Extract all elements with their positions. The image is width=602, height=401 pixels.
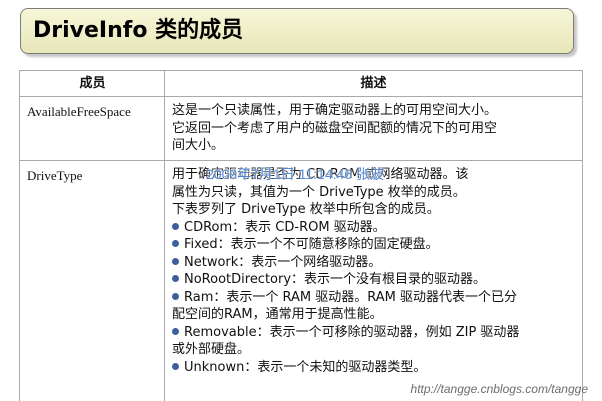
enum-item-unknown: Unknown：表示一个未知的驱动器类型。 bbox=[172, 359, 572, 377]
timestamp-watermark: 2009年7月1日 11:14:46 张波 bbox=[206, 166, 384, 182]
header-divider bbox=[20, 96, 582, 97]
site-watermark: http://tangge.cnblogs.com/tangge bbox=[410, 382, 588, 396]
enum-item-text: Unknown：表示一个未知的驱动器类型。 bbox=[184, 359, 427, 375]
bullet-icon bbox=[172, 275, 179, 282]
description-line: 下表罗列了 DriveType 枚举中所包含的成员。 bbox=[172, 202, 440, 217]
members-table: 成员 描述 AvailableFreeSpace 这是一个只读属性，用于确定驱动… bbox=[19, 70, 583, 401]
bullet-icon bbox=[172, 240, 179, 247]
enum-item-cdrom: CDRom：表示 CD-ROM 驱动器。 bbox=[172, 219, 572, 237]
member-description-availablefreespace: 这是一个只读属性，用于确定驱动器上的可用空间大小。 它返回一个考虑了用户的磁盘空… bbox=[172, 102, 572, 155]
enum-item-network: Network：表示一个网络驱动器。 bbox=[172, 254, 572, 272]
enum-item-removable-continued: 或外部硬盘。 bbox=[172, 342, 251, 357]
bullet-icon bbox=[172, 257, 179, 265]
enum-item-ram-continued: 配空间的RAM，通常用于提高性能。 bbox=[172, 307, 383, 322]
enum-item-text: NoRootDirectory：表示一个没有根目录的驱动器。 bbox=[184, 272, 487, 287]
enum-item-text: Removable：表示一个可移除的驱动器，例如 ZIP 驱动器 bbox=[184, 324, 520, 340]
description-line: 这是一个只读属性，用于确定驱动器上的可用空间大小。 bbox=[172, 103, 498, 118]
description-line: 它返回一个考虑了用户的磁盘空间配额的情况下的可用空 bbox=[172, 120, 498, 136]
column-divider bbox=[164, 71, 165, 401]
column-header-description: 描述 bbox=[360, 76, 387, 91]
enum-item-text: Network：表示一个网络驱动器。 bbox=[184, 254, 382, 270]
column-header-member: 成员 bbox=[79, 76, 106, 91]
member-description-drivetype: 用于确定驱动器是否为 CD-ROM 或网络驱动器。该 属性为只读，其值为一个 D… bbox=[172, 166, 572, 376]
table-header-row: 成员 描述 bbox=[20, 71, 582, 96]
member-name-drivetype: DriveType bbox=[27, 168, 83, 183]
section-title: DriveInfo 类的成员 bbox=[33, 18, 244, 43]
section-header: DriveInfo 类的成员 bbox=[20, 8, 574, 54]
row-divider bbox=[20, 160, 582, 161]
bullet-icon bbox=[172, 222, 179, 230]
member-name-availablefreespace: AvailableFreeSpace bbox=[27, 104, 131, 119]
enum-item-text: CDRom：表示 CD-ROM 驱动器。 bbox=[184, 219, 386, 235]
bullet-icon bbox=[172, 327, 179, 335]
enum-item-norootdirectory: NoRootDirectory：表示一个没有根目录的驱动器。 bbox=[172, 271, 572, 289]
bullet-icon bbox=[172, 292, 179, 300]
bullet-icon bbox=[172, 362, 179, 370]
enum-item-ram: Ram：表示一个 RAM 驱动器。RAM 驱动器代表一个已分 bbox=[172, 289, 572, 307]
enum-item-text: Ram：表示一个 RAM 驱动器。RAM 驱动器代表一个已分 bbox=[184, 289, 518, 305]
description-line: 属性为只读，其值为一个 DriveType 枚举的成员。 bbox=[172, 184, 466, 200]
enum-item-removable: Removable：表示一个可移除的驱动器，例如 ZIP 驱动器 bbox=[172, 324, 572, 342]
description-line: 间大小。 bbox=[172, 138, 225, 153]
enum-item-fixed: Fixed：表示一个不可随意移除的固定硬盘。 bbox=[172, 236, 572, 254]
enum-item-text: Fixed：表示一个不可随意移除的固定硬盘。 bbox=[184, 237, 439, 252]
